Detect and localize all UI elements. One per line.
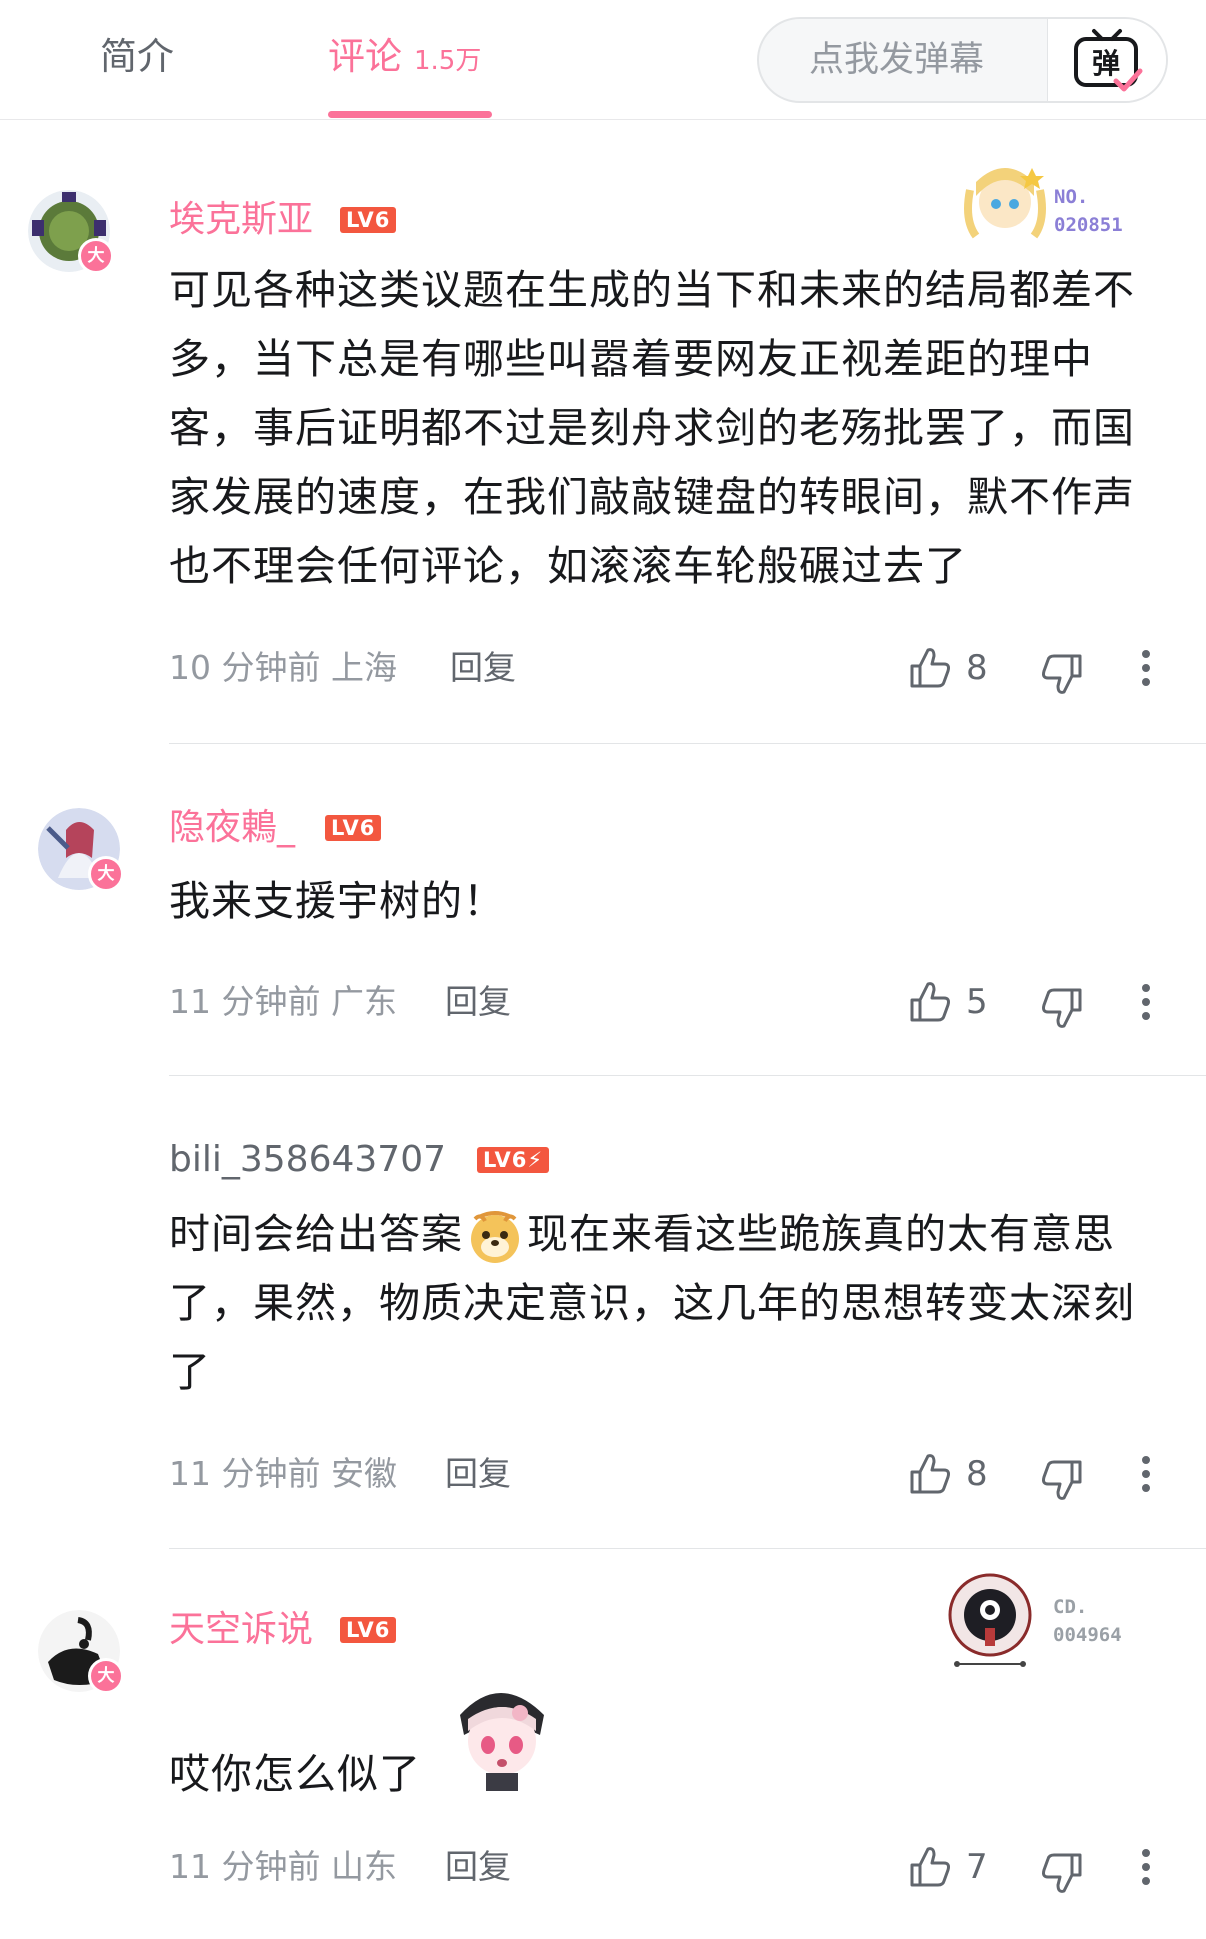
fan-badge-label: CD. <box>1053 1596 1088 1618</box>
fan-badge-label: NO. <box>1054 186 1089 208</box>
like-count: 8 <box>966 1454 988 1494</box>
comment-meta: 11 分钟前 山东 <box>169 1845 397 1889</box>
username[interactable]: bili_358643707 <box>169 1136 446 1184</box>
vip-badge: 大 <box>88 856 124 892</box>
thumbs-up-icon[interactable] <box>906 1450 954 1498</box>
danmaku-icon: 弹 <box>1074 29 1143 92</box>
svg-text:弹: 弹 <box>1092 47 1120 80</box>
thumbs-down-icon[interactable] <box>1038 650 1086 698</box>
anime-character-icon <box>964 168 1046 239</box>
comment-meta: 11 分钟前 广东 <box>169 980 397 1024</box>
comment-text: 可见各种这类议题在生成的当下和未来的结局都差不多，当下总是有哪些叫嚣着要网友正视… <box>169 266 1135 590</box>
comment-meta: 11 分钟前 安徽 <box>169 1452 397 1496</box>
thumbs-up-icon[interactable] <box>906 1843 954 1891</box>
level-badge: LV6 <box>340 207 397 233</box>
danmaku-toggle-button[interactable]: 弹 <box>1047 19 1166 101</box>
anime-girl-sticker-icon <box>460 1693 544 1791</box>
reply-button[interactable]: 回复 <box>445 980 511 1024</box>
dark-character-icon <box>948 1573 1032 1667</box>
avatar[interactable]: 大 <box>38 1610 124 1694</box>
reply-button[interactable]: 回复 <box>445 1452 511 1496</box>
danmaku-input[interactable]: 点我发弹幕 弹 <box>757 17 1168 103</box>
reply-button[interactable]: 回复 <box>450 646 516 690</box>
username[interactable]: 天空诉说 <box>169 1606 313 1654</box>
comment-location: 上海 <box>330 648 397 687</box>
thumbs-down-icon[interactable] <box>1038 1456 1086 1504</box>
avatar[interactable]: 大 <box>38 808 124 892</box>
comment-count: 1.5万 <box>414 46 482 76</box>
level-badge: LV6 <box>340 1617 397 1643</box>
more-options-icon[interactable] <box>1140 1454 1152 1494</box>
like-count: 7 <box>966 1847 988 1887</box>
avatar[interactable]: 大 <box>28 190 114 274</box>
thumbs-down-icon[interactable] <box>1038 1849 1086 1897</box>
username[interactable]: 埃克斯亚 <box>169 196 313 244</box>
fan-badge-number: 004964 <box>1053 1624 1122 1646</box>
comment-divider <box>169 743 1206 744</box>
top-tab-bar: 简介 评论 1.5万 点我发弹幕 弹 <box>0 0 1206 120</box>
comment-meta: 10 分钟前 上海 <box>169 646 397 690</box>
thumbs-up-icon[interactable] <box>906 644 954 692</box>
fan-badge-number: 020851 <box>1054 214 1123 236</box>
vip-badge: 大 <box>78 238 114 274</box>
comment-time: 10 分钟前 <box>169 648 321 687</box>
like-count: 5 <box>966 982 988 1022</box>
vip-badge: 大 <box>88 1658 124 1694</box>
comment-time: 11 分钟前 <box>169 1454 321 1493</box>
more-options-icon[interactable] <box>1140 1847 1152 1887</box>
comment-time: 11 分钟前 <box>169 982 321 1021</box>
tab-comments[interactable]: 评论 1.5万 <box>328 32 481 86</box>
comment-text-part: 时间会给出答案 <box>169 1210 463 1258</box>
comment-text: 哎你怎么似了 <box>169 1750 421 1798</box>
comment-text: 我来支援宇树的！ <box>169 877 505 925</box>
fan-badge-card[interactable]: NO. 020851 <box>960 160 1160 240</box>
more-options-icon[interactable] <box>1140 982 1152 1022</box>
comment-divider <box>169 1075 1206 1076</box>
doge-emoji-icon <box>471 1211 519 1263</box>
comment-divider <box>169 1548 1206 1549</box>
active-tab-indicator <box>328 111 492 118</box>
level-badge: LV6⚡ <box>477 1147 550 1173</box>
comment-time: 11 分钟前 <box>169 1847 321 1886</box>
lightning-icon: ⚡ <box>527 1148 544 1172</box>
comment-location: 安徽 <box>330 1454 397 1493</box>
tab-intro[interactable]: 简介 <box>100 32 174 82</box>
fan-badge-card[interactable]: CD. 004964 <box>945 1570 1160 1670</box>
avatar[interactable] <box>38 1140 120 1222</box>
user-avatar-image <box>38 1140 120 1222</box>
level-text: LV6 <box>483 1148 528 1172</box>
thumbs-down-icon[interactable] <box>1038 984 1086 1032</box>
reply-button[interactable]: 回复 <box>445 1845 511 1889</box>
username[interactable]: 隐夜鶇_ <box>169 804 295 852</box>
comment-location: 山东 <box>330 1847 397 1886</box>
like-count: 8 <box>966 648 988 688</box>
comment-text: 时间会给出答案 现在来看这些跪族真的太有意思了，果然，物质决定意识，这几年的思想… <box>169 1200 1159 1407</box>
comment-location: 广东 <box>330 982 397 1021</box>
level-badge: LV6 <box>325 815 382 841</box>
more-options-icon[interactable] <box>1140 648 1152 688</box>
danmaku-placeholder: 点我发弹幕 <box>809 40 985 80</box>
thumbs-up-icon[interactable] <box>906 978 954 1026</box>
tab-comments-label: 评论 <box>328 35 402 78</box>
